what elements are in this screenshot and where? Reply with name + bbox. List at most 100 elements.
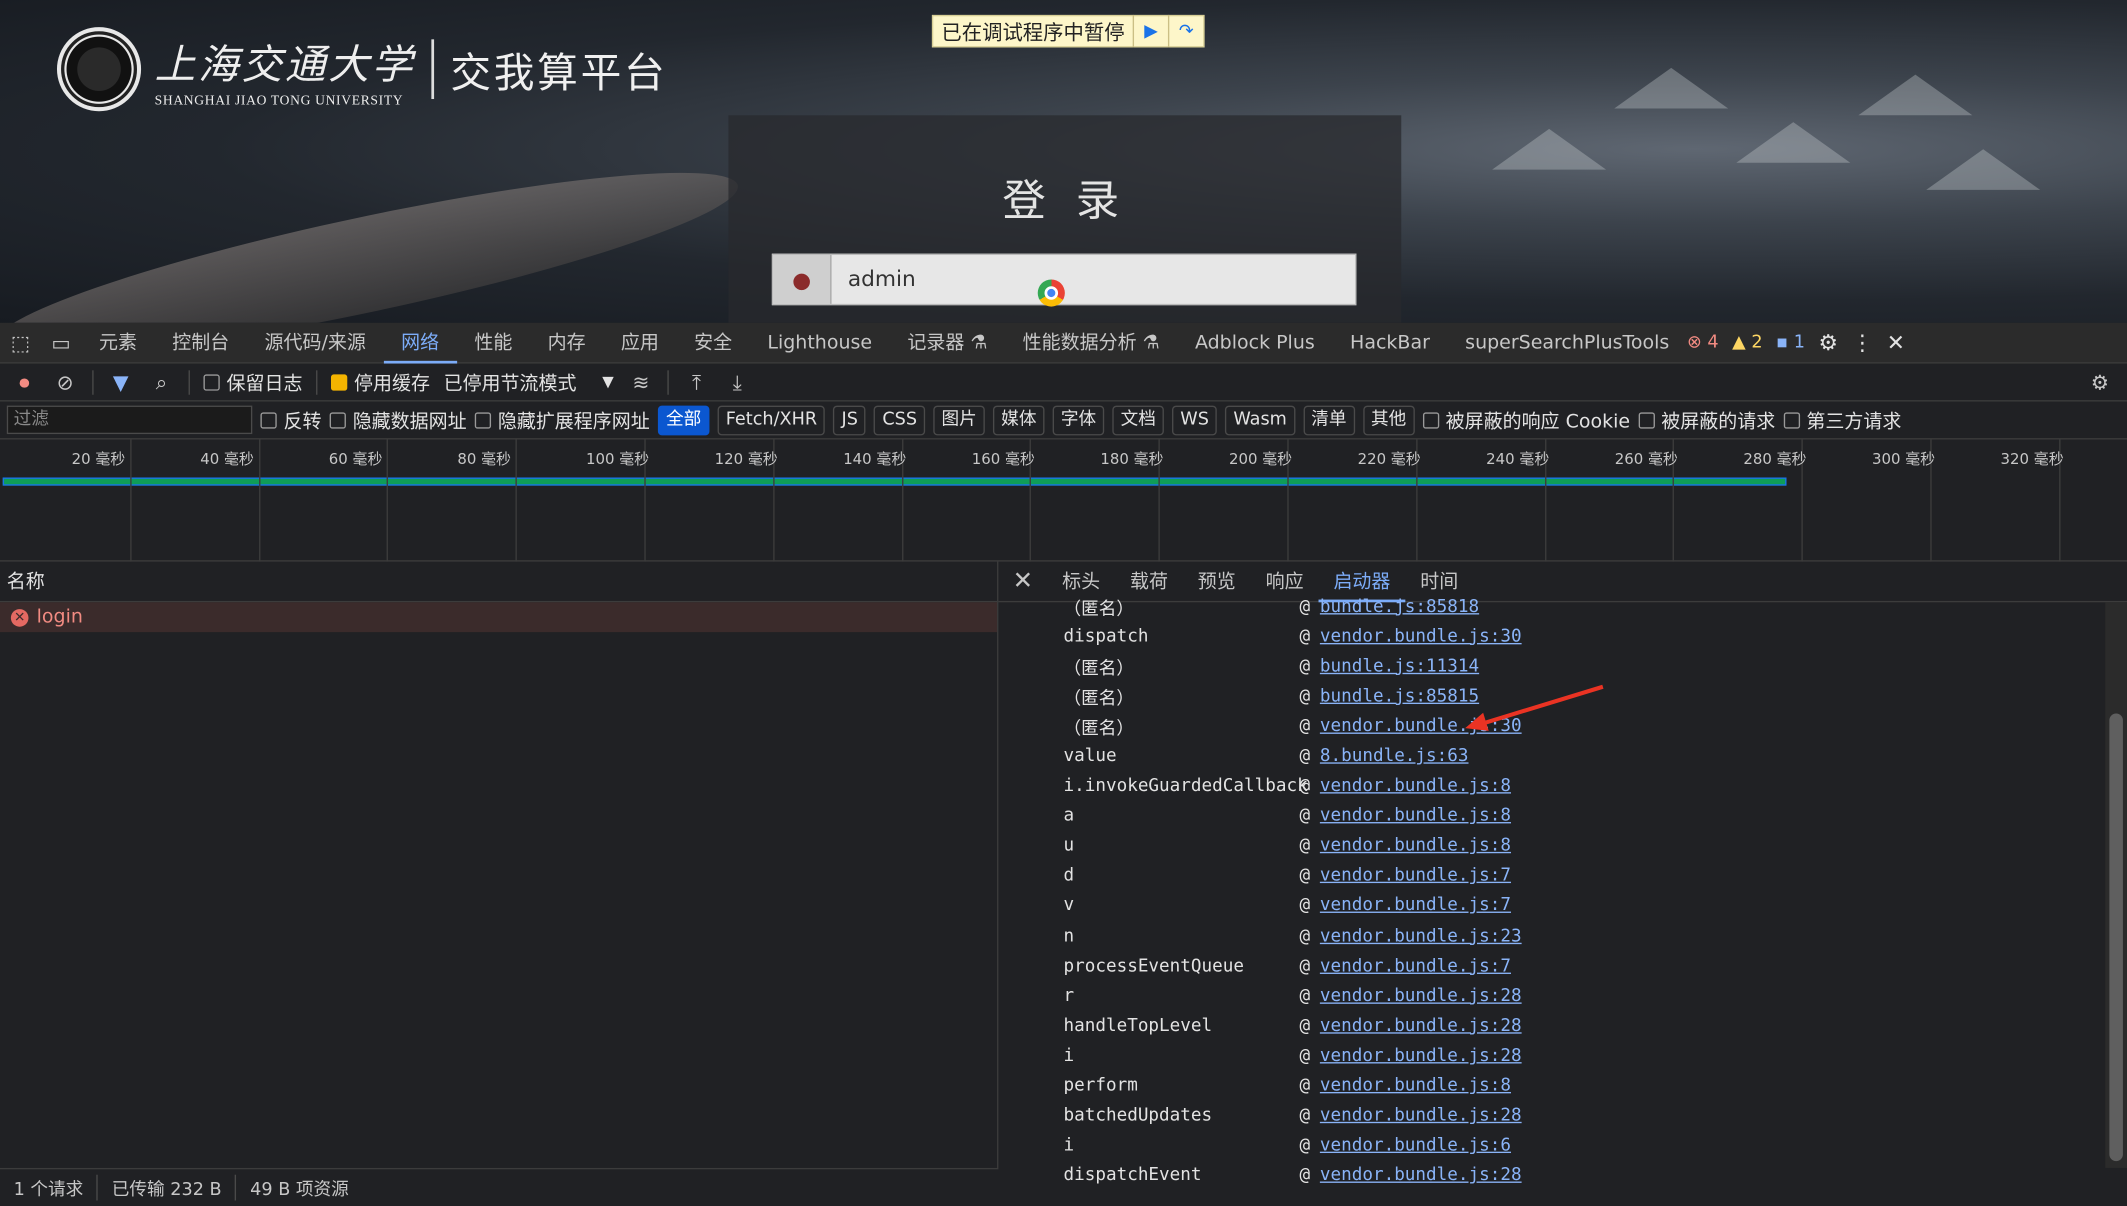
more-menu-icon[interactable]: ⋮ — [1852, 330, 1874, 356]
device-toolbar-icon[interactable]: ▭ — [41, 330, 82, 354]
university-logo[interactable]: 上海交通大学 SHANGHAI JIAO TONG UNIVERSITY 交我算平… — [56, 27, 667, 112]
source-link[interactable]: bundle.js:85815 — [1320, 686, 1479, 706]
timeline-tick-label: 140 毫秒 — [843, 450, 907, 468]
export-har-icon[interactable]: ⤓ — [724, 370, 751, 394]
source-link[interactable]: vendor.bundle.js:6 — [1320, 1136, 1511, 1156]
third-party-checkbox[interactable]: 第三方请求 — [1783, 406, 1901, 433]
tab-memory[interactable]: 内存 — [530, 322, 603, 363]
type-filter-img[interactable]: 图片 — [933, 404, 985, 435]
timeline-tick: 160 毫秒 — [972, 439, 1035, 562]
stack-function-name: u — [1063, 836, 1075, 857]
source-link[interactable]: vendor.bundle.js:7 — [1320, 896, 1511, 916]
settings-gear-icon[interactable]: ⚙ — [1819, 330, 1838, 356]
blocked-cookies-checkbox[interactable]: 被屏蔽的响应 Cookie — [1422, 406, 1630, 433]
university-seal-icon — [56, 27, 142, 112]
background-hand — [0, 139, 748, 323]
step-over-button[interactable]: ↷ — [1167, 14, 1203, 48]
tab-console[interactable]: 控制台 — [155, 322, 247, 363]
bg-triangle — [1858, 74, 1973, 116]
source-link[interactable]: vendor.bundle.js:28 — [1320, 1166, 1522, 1186]
resume-button[interactable]: ▶︎ — [1132, 14, 1168, 48]
source-link[interactable]: vendor.bundle.js:28 — [1320, 1106, 1522, 1126]
type-filter-media[interactable]: 媒体 — [993, 404, 1045, 435]
tab-lighthouse[interactable]: Lighthouse — [750, 322, 890, 363]
type-filter-doc[interactable]: 文档 — [1112, 404, 1165, 435]
filter-icon[interactable]: ▼ — [107, 370, 134, 394]
stack-function-name: value — [1063, 746, 1117, 767]
stack-frame: a @ vendor.bundle.js:8 — [998, 801, 2127, 831]
source-link[interactable]: vendor.bundle.js:8 — [1320, 1076, 1511, 1096]
blocked-requests-checkbox[interactable]: 被屏蔽的请求 — [1638, 406, 1775, 433]
type-filter-font[interactable]: 字体 — [1052, 404, 1105, 435]
search-icon[interactable]: ⌕ — [148, 370, 175, 394]
inspect-element-icon[interactable]: ⬚ — [0, 330, 41, 354]
stack-function-name: a — [1063, 806, 1075, 827]
source-link[interactable]: vendor.bundle.js:8 — [1320, 776, 1511, 796]
name-column-header[interactable]: 名称 — [0, 562, 998, 603]
at-symbol: @ — [1299, 1045, 1311, 1067]
import-har-icon[interactable]: ⤒ — [683, 370, 710, 394]
tab-recorder[interactable]: 记录器 ⚗ — [890, 322, 1005, 363]
preserve-log-checkbox[interactable]: 保留日志 — [203, 368, 302, 395]
tab-adblock-plus[interactable]: Adblock Plus — [1177, 322, 1332, 363]
hide-extension-urls-checkbox[interactable]: 隐藏扩展程序网址 — [474, 406, 650, 433]
tab-application[interactable]: 应用 — [603, 322, 676, 363]
source-link[interactable]: vendor.bundle.js:8 — [1320, 806, 1511, 826]
network-overview-timeline[interactable]: 20 毫秒 40 毫秒 60 毫秒 80 毫秒 100 毫秒 120 毫秒 140 毫秒 16… — [0, 439, 2127, 562]
type-filter-fetch-xhr[interactable]: Fetch/XHR — [717, 404, 826, 435]
filter-input[interactable]: 过滤 — [6, 405, 253, 435]
at-symbol: @ — [1299, 596, 1311, 617]
warning-count-badge[interactable]: ▲ 2 — [1732, 332, 1762, 352]
stack-frame: i @ vendor.bundle.js:6 — [998, 1131, 2127, 1161]
tab-security[interactable]: 安全 — [677, 322, 750, 363]
record-stop-icon[interactable]: ⏺ — [11, 370, 38, 394]
network-conditions-icon[interactable]: ≋ — [627, 370, 654, 394]
throttling-select[interactable]: 已停用节流模式 ▼ — [444, 368, 614, 395]
tab-performance-insights[interactable]: 性能数据分析 ⚗ — [1005, 322, 1177, 363]
tab-hackbar[interactable]: HackBar — [1332, 322, 1447, 363]
stack-frame: r @ vendor.bundle.js:28 — [998, 981, 2127, 1011]
username-value[interactable]: admin — [832, 255, 916, 304]
source-link[interactable]: vendor.bundle.js:28 — [1320, 1016, 1522, 1036]
source-link[interactable]: vendor.bundle.js:30 — [1320, 626, 1522, 646]
message-count-badge[interactable]: ▪ 1 — [1776, 332, 1805, 352]
type-filter-manifest[interactable]: 清单 — [1303, 404, 1355, 435]
source-link[interactable]: bundle.js:85818 — [1320, 596, 1479, 616]
scrollbar[interactable] — [2105, 602, 2127, 1168]
tab-supersearchplustools[interactable]: superSearchPlusTools — [1448, 322, 1687, 363]
tab-elements[interactable]: 元素 — [81, 322, 154, 363]
network-settings-gear-icon[interactable]: ⚙ — [2086, 370, 2113, 394]
source-link[interactable]: 8.bundle.js:63 — [1320, 746, 1469, 766]
type-filter-all[interactable]: 全部 — [657, 404, 710, 435]
tab-performance[interactable]: 性能 — [457, 322, 530, 363]
type-filter-css[interactable]: CSS — [874, 404, 926, 435]
source-link[interactable]: vendor.bundle.js:8 — [1320, 836, 1511, 856]
source-link[interactable]: vendor.bundle.js:7 — [1320, 956, 1511, 976]
username-field[interactable]: ● admin — [771, 253, 1357, 306]
stack-frame: （匿名） @ bundle.js:85818 — [998, 591, 2127, 621]
source-link[interactable]: vendor.bundle.js:28 — [1320, 1046, 1522, 1066]
disable-cache-checkbox[interactable]: 停用缓存 — [330, 368, 430, 395]
type-filter-wasm[interactable]: Wasm — [1225, 404, 1295, 435]
clear-icon[interactable]: ⊘ — [52, 370, 79, 394]
stack-function-name: dispatch — [1063, 626, 1149, 647]
tab-sources[interactable]: 源代码/来源 — [247, 322, 384, 363]
type-filter-js[interactable]: JS — [833, 404, 867, 435]
checkbox-icon — [203, 373, 220, 390]
error-count-badge[interactable]: ⊗ 4 — [1687, 332, 1719, 352]
close-devtools-icon[interactable]: ✕ — [1887, 330, 1905, 356]
source-link[interactable]: vendor.bundle.js:28 — [1320, 986, 1522, 1006]
invert-checkbox[interactable]: 反转 — [260, 406, 321, 433]
at-symbol: @ — [1299, 626, 1311, 647]
stack-frame: （匿名） @ bundle.js:11314 — [998, 651, 2127, 681]
scrollbar-thumb[interactable] — [2109, 713, 2123, 1162]
source-link[interactable]: vendor.bundle.js:23 — [1320, 926, 1522, 946]
tab-network[interactable]: 网络 — [383, 322, 457, 363]
timeline-tick: 300 毫秒 — [1872, 439, 1935, 562]
request-row[interactable]: ✕ login — [0, 602, 998, 633]
hide-data-urls-checkbox[interactable]: 隐藏数据网址 — [329, 406, 467, 433]
type-filter-ws[interactable]: WS — [1172, 404, 1218, 435]
type-filter-other[interactable]: 其他 — [1362, 404, 1415, 435]
source-link[interactable]: bundle.js:11314 — [1320, 656, 1479, 676]
source-link[interactable]: vendor.bundle.js:7 — [1320, 866, 1511, 886]
